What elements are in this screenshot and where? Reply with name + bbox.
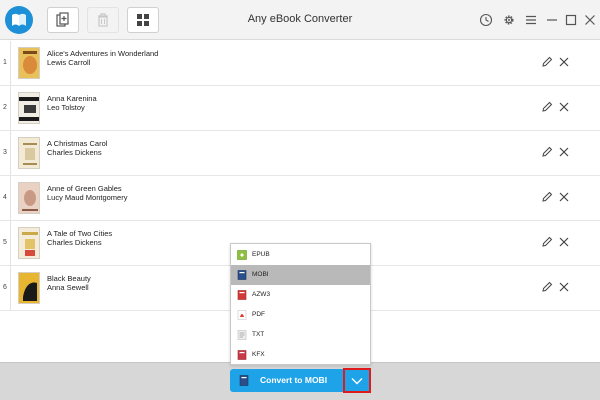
- book-cover: [18, 47, 40, 79]
- chevron-down-icon: [351, 377, 363, 384]
- convert-button-label: Convert to MOBI: [260, 375, 328, 385]
- gear-icon[interactable]: [500, 11, 518, 29]
- convert-button[interactable]: Convert to MOBI: [230, 369, 347, 392]
- remove-icon[interactable]: [558, 101, 570, 113]
- row-index: 6: [3, 284, 7, 291]
- azw3-icon: [237, 290, 247, 300]
- row-index: 4: [3, 194, 7, 201]
- edit-icon[interactable]: [541, 236, 553, 248]
- table-row[interactable]: 1 Alice's Adventures in Wonderland Lewis…: [0, 41, 600, 86]
- window-title: Any eBook Converter: [247, 13, 353, 25]
- book-cover: [18, 182, 40, 214]
- edit-icon[interactable]: [541, 56, 553, 68]
- book-cover: [18, 137, 40, 169]
- trash-icon: [98, 13, 108, 27]
- book-author: Lucy Maud Montgomery: [47, 193, 128, 202]
- delete-button[interactable]: [87, 7, 119, 33]
- format-item-txt[interactable]: TXT: [231, 325, 370, 345]
- menu-icon[interactable]: [522, 11, 540, 29]
- book-title: A Tale of Two Cities: [47, 229, 113, 238]
- format-menu: EPUB MOBI AZW3 PDF TXT KFX: [230, 243, 371, 365]
- book-title: Black Beauty: [47, 274, 91, 283]
- book-title: Anne of Green Gables: [47, 184, 122, 193]
- table-row[interactable]: 4 Anne of Green Gables Lucy Maud Montgom…: [0, 176, 600, 221]
- row-index: 1: [3, 59, 7, 66]
- remove-icon[interactable]: [558, 146, 570, 158]
- history-icon[interactable]: [477, 11, 495, 29]
- edit-icon[interactable]: [541, 191, 553, 203]
- format-item-kfx[interactable]: KFX: [231, 345, 370, 365]
- book-author: Anna Sewell: [47, 283, 89, 292]
- add-book-button[interactable]: [47, 7, 79, 33]
- kfx-icon: [237, 350, 247, 360]
- row-index: 2: [3, 104, 7, 111]
- book-author: Charles Dickens: [47, 238, 102, 247]
- format-item-azw3[interactable]: AZW3: [231, 285, 370, 305]
- format-item-label: EPUB: [252, 251, 270, 258]
- format-item-label: TXT: [252, 331, 265, 338]
- format-item-label: PDF: [252, 311, 265, 318]
- edit-icon[interactable]: [541, 146, 553, 158]
- pdf-icon: [237, 310, 247, 320]
- grid-view-button[interactable]: [127, 7, 159, 33]
- book-author: Charles Dickens: [47, 148, 102, 157]
- remove-icon[interactable]: [558, 236, 570, 248]
- book-title: Alice's Adventures in Wonderland: [47, 49, 159, 58]
- format-item-mobi[interactable]: MOBI: [231, 265, 370, 285]
- edit-icon[interactable]: [541, 101, 553, 113]
- row-index: 5: [3, 239, 7, 246]
- format-item-label: KFX: [252, 351, 265, 358]
- remove-icon[interactable]: [558, 56, 570, 68]
- edit-icon[interactable]: [541, 281, 553, 293]
- minimize-icon[interactable]: [543, 11, 561, 29]
- format-item-epub[interactable]: EPUB: [231, 245, 370, 265]
- close-icon[interactable]: [581, 11, 599, 29]
- app-logo-icon: [5, 6, 33, 34]
- book-title: Anna Karenina: [47, 94, 97, 103]
- format-item-label: MOBI: [252, 271, 269, 278]
- format-dropdown-button[interactable]: [343, 368, 371, 393]
- book-cover: [18, 227, 40, 259]
- format-item-label: AZW3: [252, 291, 271, 298]
- mobi-icon: [239, 375, 249, 386]
- table-row[interactable]: 2 Anna Karenina Leo Tolstoy: [0, 86, 600, 131]
- book-author: Lewis Carroll: [47, 58, 91, 67]
- remove-icon[interactable]: [558, 281, 570, 293]
- txt-icon: [237, 330, 247, 340]
- maximize-icon[interactable]: [562, 11, 580, 29]
- book-author: Leo Tolstoy: [47, 103, 85, 112]
- mobi-icon: [237, 270, 247, 280]
- table-row[interactable]: 3 A Christmas Carol Charles Dickens: [0, 131, 600, 176]
- format-item-pdf[interactable]: PDF: [231, 305, 370, 325]
- epub-icon: [237, 250, 247, 260]
- row-index: 3: [3, 149, 7, 156]
- add-file-icon: [56, 12, 69, 27]
- book-cover: [18, 272, 40, 304]
- book-title: A Christmas Carol: [47, 139, 108, 148]
- book-cover: [18, 92, 40, 124]
- title-bar: Any eBook Converter: [0, 0, 600, 40]
- remove-icon[interactable]: [558, 191, 570, 203]
- grid-view-icon: [137, 14, 149, 26]
